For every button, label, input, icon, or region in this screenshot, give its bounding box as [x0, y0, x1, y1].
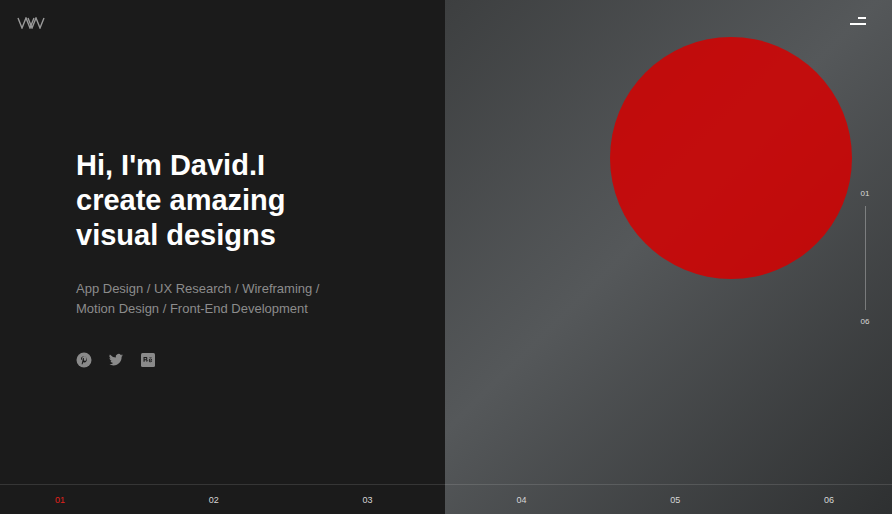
- side-indicator: 01 06: [850, 188, 880, 328]
- side-indicator-line: [865, 206, 866, 310]
- slides-nav-item[interactable]: 03: [363, 494, 517, 506]
- slides-nav-item[interactable]: 05: [670, 494, 824, 506]
- side-indicator-first: 01: [861, 188, 870, 200]
- intro-panel: Hi, I'm David.Icreate amazingvisual desi…: [0, 0, 445, 514]
- behance-icon[interactable]: [140, 352, 156, 368]
- slides-nav-item[interactable]: 06: [824, 494, 892, 506]
- skills-list: App Design / UX Research / Wireframing /…: [76, 279, 445, 319]
- slides-nav-item[interactable]: 04: [516, 494, 670, 506]
- red-circle-overlay: [610, 37, 852, 279]
- menu-icon[interactable]: [848, 17, 866, 27]
- side-indicator-last: 06: [861, 316, 870, 328]
- social-links: [76, 352, 445, 368]
- slides-nav-item[interactable]: 02: [209, 494, 363, 506]
- intro: Hi, I'm David.Icreate amazingvisual desi…: [76, 148, 445, 368]
- logo-icon[interactable]: [17, 17, 45, 29]
- portfolio-page: Hi, I'm David.Icreate amazingvisual desi…: [0, 0, 892, 514]
- twitter-icon[interactable]: [108, 352, 124, 368]
- slides-nav-item[interactable]: 01: [55, 494, 209, 506]
- hero-heading: Hi, I'm David.Icreate amazingvisual desi…: [76, 148, 445, 253]
- portrait-photo: 01 06: [445, 0, 892, 514]
- slides-nav: 010203040506: [0, 484, 892, 514]
- pinterest-icon[interactable]: [76, 352, 92, 368]
